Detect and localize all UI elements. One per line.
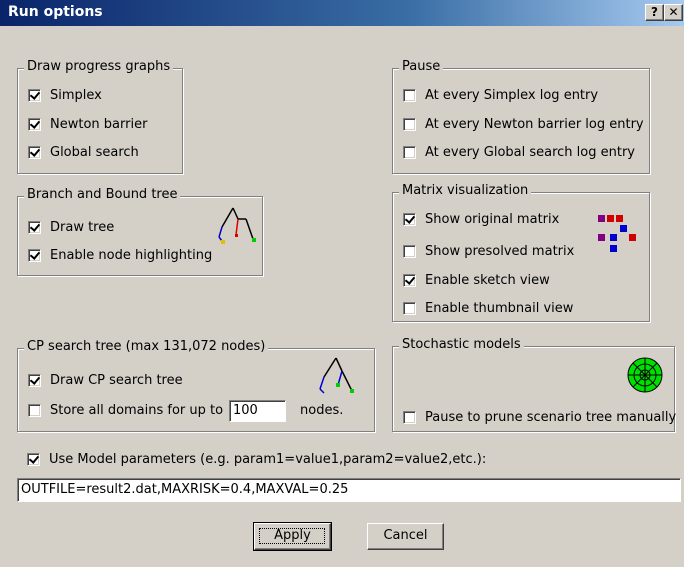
checkbox-box[interactable] xyxy=(28,374,41,387)
bb-tree-legend: Branch and Bound tree xyxy=(24,187,181,202)
apply-button[interactable]: Apply xyxy=(253,522,332,551)
title-bar: Run options ? ✕ xyxy=(0,0,684,26)
checkbox-label: Draw tree xyxy=(50,220,115,235)
checkbox-label: At every Simplex log entry xyxy=(425,88,599,103)
checkbox-label: Show presolved matrix xyxy=(425,244,575,259)
stochastic-legend: Stochastic models xyxy=(399,337,524,352)
checkbox-label: Enable sketch view xyxy=(425,273,550,288)
help-button[interactable]: ? xyxy=(645,4,664,21)
checkbox-box[interactable] xyxy=(28,404,41,417)
matrix-icon xyxy=(598,215,636,252)
window-title: Run options xyxy=(8,4,103,20)
cancel-button-label: Cancel xyxy=(383,528,428,543)
checkbox-label: Global search xyxy=(50,145,139,160)
checkbox-box[interactable] xyxy=(28,146,41,159)
checkbox-box[interactable] xyxy=(28,118,41,131)
checkbox-box[interactable] xyxy=(403,245,416,258)
bb-tree-group: Branch and Bound tree Draw tree Enable n… xyxy=(17,187,263,276)
checkbox-box[interactable] xyxy=(28,221,41,234)
model-params-input[interactable]: OUTFILE=result2.dat,MAXRISK=0.4,MAXVAL=0… xyxy=(17,478,681,502)
checkbox-box[interactable] xyxy=(28,249,41,262)
close-button[interactable]: ✕ xyxy=(664,4,683,21)
checkbox-label: Show original matrix xyxy=(425,212,560,227)
cp-tree-icon xyxy=(319,357,354,394)
store-domains-suffix: nodes. xyxy=(300,403,344,418)
matrix-legend: Matrix visualization xyxy=(399,183,532,198)
checkbox-box[interactable] xyxy=(403,411,416,424)
checkbox-box[interactable] xyxy=(403,118,416,131)
checkbox-label: Pause to prune scenario tree manually xyxy=(425,410,677,425)
pause-legend: Pause xyxy=(399,59,444,74)
checkbox-label: Simplex xyxy=(50,88,102,103)
checkbox-box[interactable] xyxy=(403,146,416,159)
draw-progress-legend: Draw progress graphs xyxy=(24,59,174,74)
checkbox-label: Enable node highlighting xyxy=(50,248,213,263)
checkbox-box[interactable] xyxy=(28,89,41,102)
draw-progress-group: Draw progress graphs Simplex Newton barr… xyxy=(17,59,183,174)
scenario-tree-icon xyxy=(627,357,663,393)
pause-group: Pause At every Simplex log entry At ever… xyxy=(392,59,650,174)
tree-icon xyxy=(218,207,256,244)
checkbox-box[interactable] xyxy=(403,274,416,287)
checkbox-box[interactable] xyxy=(27,453,40,466)
checkbox-box[interactable] xyxy=(403,89,416,102)
checkbox-box[interactable] xyxy=(403,302,416,315)
cp-tree-legend: CP search tree (max 131,072 nodes) xyxy=(24,339,269,354)
checkbox-label: Enable thumbnail view xyxy=(425,301,574,316)
focus-rect xyxy=(259,528,325,544)
cancel-button[interactable]: Cancel xyxy=(367,523,444,550)
checkbox-label: Draw CP search tree xyxy=(50,373,183,388)
store-domains-input[interactable]: 100 xyxy=(229,400,286,422)
checkbox-label: Use Model parameters (e.g. param1=value1… xyxy=(49,452,487,467)
checkbox-label: Newton barrier xyxy=(50,117,148,132)
matrix-group: Matrix visualization Show original matri… xyxy=(392,183,650,322)
checkbox-box[interactable] xyxy=(403,213,416,226)
stochastic-group: Stochastic models Pause to prune scenari… xyxy=(392,337,677,432)
checkbox-label: At every Global search log entry xyxy=(425,145,635,160)
checkbox-label: Store all domains for up to xyxy=(50,403,224,418)
cp-tree-group: CP search tree (max 131,072 nodes) Draw … xyxy=(17,339,375,432)
checkbox-label: At every Newton barrier log entry xyxy=(425,117,644,132)
